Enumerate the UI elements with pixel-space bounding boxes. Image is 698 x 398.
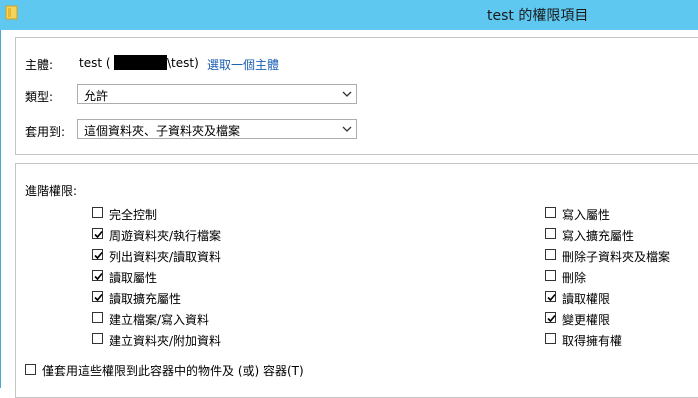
window-title: test 的權限項目 (487, 8, 589, 24)
permission-label: 讀取權限 (562, 292, 611, 306)
permission-label: 刪除 (562, 271, 587, 285)
permission-checkbox[interactable] (92, 291, 103, 302)
permission-checkbox[interactable] (92, 228, 103, 239)
permission-label: 列出資料夾/讀取資料 (109, 250, 222, 264)
redacted-domain (114, 55, 167, 70)
title-bar: test 的權限項目 (0, 0, 698, 30)
principal-value-prefix: test ( (79, 56, 111, 70)
principal-value-suffix: \test) (167, 56, 199, 70)
permission-checkbox[interactable] (545, 228, 556, 239)
permission-label: 讀取屬性 (109, 271, 158, 285)
checkmark-icon (547, 314, 556, 323)
permission-label: 完全控制 (109, 208, 158, 222)
permission-checkbox[interactable] (545, 333, 556, 344)
applies-to-select[interactable]: 這個資料夾、子資料夾及檔案 (77, 119, 357, 139)
applies-to-label: 套用到: (25, 125, 66, 139)
apply-to-container-checkbox[interactable] (25, 364, 36, 375)
permission-label: 讀取擴充屬性 (109, 292, 182, 306)
checkmark-icon (94, 230, 103, 239)
type-select[interactable]: 允許 (77, 84, 357, 104)
permission-checkbox[interactable] (545, 270, 556, 281)
chevron-down-icon (342, 91, 352, 97)
permission-checkbox[interactable] (92, 270, 103, 281)
permission-checkbox[interactable] (545, 291, 556, 302)
permission-checkbox[interactable] (545, 207, 556, 218)
permission-label: 取得擁有權 (562, 334, 623, 348)
type-label: 類型: (25, 90, 54, 104)
permission-label: 建立資料夾/附加資料 (109, 334, 222, 348)
select-principal-link[interactable]: 選取一個主體 (207, 56, 279, 73)
folder-icon (5, 5, 18, 20)
permission-label: 變更權限 (562, 313, 611, 327)
permission-label: 刪除子資料夾及檔案 (562, 250, 671, 264)
checkmark-icon (94, 251, 103, 260)
principal-label: 主體: (25, 58, 54, 72)
permission-label: 寫入屬性 (562, 208, 611, 222)
chevron-down-icon (342, 126, 352, 132)
type-select-value: 允許 (84, 89, 109, 103)
permission-checkbox[interactable] (92, 333, 103, 344)
permission-label: 周遊資料夾/執行檔案 (109, 229, 222, 243)
checkmark-icon (547, 293, 556, 302)
advanced-permissions-label: 進階權限: (25, 184, 78, 198)
permission-checkbox[interactable] (92, 249, 103, 260)
permission-checkbox[interactable] (92, 312, 103, 323)
permission-label: 建立檔案/寫入資料 (109, 313, 210, 327)
permission-checkbox[interactable] (92, 207, 103, 218)
applies-to-select-value: 這個資料夾、子資料夾及檔案 (84, 124, 241, 138)
permission-checkbox[interactable] (545, 249, 556, 260)
permission-checkbox[interactable] (545, 312, 556, 323)
apply-to-container-label: 僅套用這些權限到此容器中的物件及 (或) 容器(T) (42, 364, 304, 378)
checkmark-icon (94, 293, 103, 302)
permission-label: 寫入擴充屬性 (562, 229, 635, 243)
checkmark-icon (94, 272, 103, 281)
